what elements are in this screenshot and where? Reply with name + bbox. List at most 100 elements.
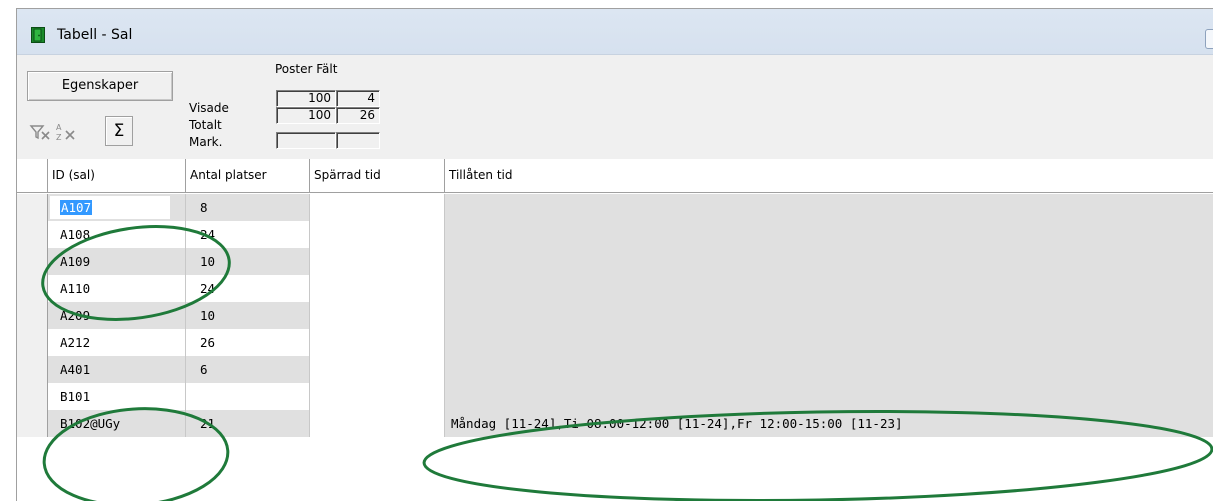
- tool-icon-group: A Z Σ: [27, 116, 139, 148]
- cell-allowed-time[interactable]: [445, 329, 1213, 356]
- table-row[interactable]: B102@UGy 21 Måndag [11-24],Ti 08:00-12:00 …: [17, 410, 1213, 437]
- cell-blocked-time[interactable]: [310, 275, 445, 302]
- column-header-seats[interactable]: Antal platser: [186, 159, 310, 192]
- cell-seats[interactable]: 21: [186, 410, 310, 437]
- cell-seats-text: 24: [200, 281, 216, 296]
- cell-id-text: A109: [60, 254, 91, 269]
- mark-poster-field: [276, 132, 336, 149]
- cell-blocked-time[interactable]: [310, 356, 445, 383]
- row-header[interactable]: [17, 383, 48, 410]
- cell-seats[interactable]: 10: [186, 302, 310, 329]
- properties-label: Egenskaper: [61, 78, 139, 93]
- svg-text:Z: Z: [56, 133, 62, 142]
- sum-icon[interactable]: Σ: [105, 116, 133, 146]
- row-header-corner: [17, 159, 48, 192]
- column-header-blocked-time[interactable]: Spärrad tid: [310, 159, 445, 192]
- clear-filter-icon[interactable]: [27, 116, 53, 146]
- row-header[interactable]: [17, 356, 48, 383]
- cell-id[interactable]: A212: [48, 329, 186, 356]
- cell-blocked-time[interactable]: [310, 302, 445, 329]
- cell-blocked-time[interactable]: [310, 410, 445, 437]
- cell-allowed-time[interactable]: [445, 194, 1213, 221]
- cell-blocked-time[interactable]: [310, 383, 445, 410]
- cell-id[interactable]: B102@UGy: [48, 410, 186, 437]
- cell-id[interactable]: A209: [48, 302, 186, 329]
- cell-seats[interactable]: 10: [186, 248, 310, 275]
- cell-allowed-time[interactable]: Måndag [11-24],Ti 08:00-12:00 [11-24],Fr…: [445, 410, 1213, 437]
- cell-seats[interactable]: 26: [186, 329, 310, 356]
- cell-seats[interactable]: 8: [186, 194, 310, 221]
- visade-falt-field: 4: [336, 90, 380, 107]
- cell-id-text: A107: [60, 200, 93, 215]
- cell-allowed-time[interactable]: [445, 275, 1213, 302]
- cell-seats-text: 10: [200, 254, 216, 269]
- minimize-button[interactable]: [1205, 29, 1213, 49]
- table-row[interactable]: A212 26: [17, 329, 1213, 356]
- door-icon: [31, 27, 45, 43]
- sort-az-icon[interactable]: A Z: [53, 116, 79, 146]
- cell-seats-text: 21: [200, 416, 216, 431]
- cell-seats-text: 24: [200, 227, 216, 242]
- table-row[interactable]: A209 10: [17, 302, 1213, 329]
- cell-id[interactable]: A107: [48, 194, 186, 221]
- cell-id[interactable]: A110: [48, 275, 186, 302]
- cell-blocked-time[interactable]: [310, 194, 445, 221]
- properties-button[interactable]: Egenskaper: [27, 71, 173, 101]
- cell-seats[interactable]: 24: [186, 275, 310, 302]
- table-row[interactable]: A401 6: [17, 356, 1213, 383]
- row-header[interactable]: [17, 221, 48, 248]
- table-row[interactable]: A107 8: [17, 194, 1213, 221]
- cell-id-text: B101: [60, 389, 91, 404]
- stats-label-totalt: Totalt: [189, 118, 222, 132]
- cell-seats-text: 8: [200, 200, 208, 215]
- cell-seats-text: 26: [200, 335, 216, 350]
- cell-id-text: A212: [60, 335, 91, 350]
- cell-seats[interactable]: 6: [186, 356, 310, 383]
- stats-label-mark: Mark.: [189, 135, 223, 149]
- cell-seats-text: 10: [200, 308, 216, 323]
- table-row[interactable]: A110 24: [17, 275, 1213, 302]
- table-row[interactable]: A109 10: [17, 248, 1213, 275]
- cell-id[interactable]: B101: [48, 383, 186, 410]
- table-row[interactable]: B101: [17, 383, 1213, 410]
- row-header[interactable]: [17, 329, 48, 356]
- cell-seats[interactable]: [186, 383, 310, 410]
- cell-blocked-time[interactable]: [310, 221, 445, 248]
- table-window: Tabell - Sal Egenskaper A Z Σ Poster Fäl…: [16, 8, 1213, 501]
- column-header-allowed-time[interactable]: Tillåten tid: [445, 159, 1213, 192]
- cell-allowed-time[interactable]: [445, 302, 1213, 329]
- sum-glyph: Σ: [113, 121, 125, 141]
- window-title: Tabell - Sal: [57, 27, 133, 43]
- cell-blocked-time[interactable]: [310, 248, 445, 275]
- cell-allowed-time[interactable]: [445, 221, 1213, 248]
- row-header[interactable]: [17, 194, 48, 221]
- stats-label-visade: Visade: [189, 101, 229, 115]
- title-bar: Tabell - Sal: [17, 9, 1213, 55]
- totalt-poster-field: 100: [276, 107, 336, 124]
- cell-allowed-time[interactable]: [445, 248, 1213, 275]
- svg-text:A: A: [56, 123, 62, 132]
- visade-poster-field: 100: [276, 90, 336, 107]
- cell-id-text: B102@UGy: [60, 416, 121, 431]
- cell-id[interactable]: A109: [48, 248, 186, 275]
- cell-id-text: A108: [60, 227, 91, 242]
- data-grid: ID (sal) Antal platser Spärrad tid Tillå…: [17, 159, 1213, 501]
- cell-id[interactable]: A401: [48, 356, 186, 383]
- grid-header: ID (sal) Antal platser Spärrad tid Tillå…: [17, 159, 1213, 193]
- row-header[interactable]: [17, 302, 48, 329]
- cell-id-text: A209: [60, 308, 91, 323]
- toolbar: Egenskaper A Z Σ Poster Fält Visade 100 …: [17, 55, 1213, 159]
- row-header[interactable]: [17, 275, 48, 302]
- column-header-id[interactable]: ID (sal): [48, 159, 186, 192]
- row-header[interactable]: [17, 410, 48, 437]
- row-header[interactable]: [17, 248, 48, 275]
- cell-id[interactable]: A108: [48, 221, 186, 248]
- cell-seats[interactable]: 24: [186, 221, 310, 248]
- mark-falt-field: [336, 132, 380, 149]
- cell-allowed-time[interactable]: [445, 383, 1213, 410]
- cell-blocked-time[interactable]: [310, 329, 445, 356]
- cell-allowed-time[interactable]: [445, 356, 1213, 383]
- stats-header: Poster Fält: [275, 62, 338, 76]
- table-row[interactable]: A108 24: [17, 221, 1213, 248]
- cell-id-text: A110: [60, 281, 91, 296]
